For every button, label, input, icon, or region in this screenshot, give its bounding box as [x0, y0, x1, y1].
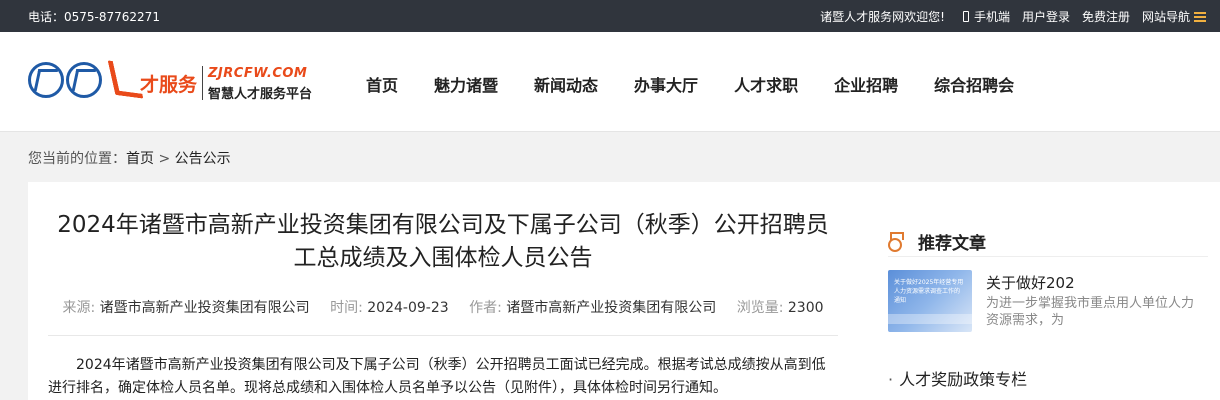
author-value: 诸暨市高新产业投资集团有限公司: [506, 300, 717, 316]
nav-home[interactable]: 首页: [366, 72, 398, 96]
featured-article-title[interactable]: 关于做好202: [986, 272, 1075, 293]
time-value: 2024-09-23: [367, 300, 449, 316]
nav-service-hall[interactable]: 办事大厅: [634, 72, 698, 96]
breadcrumb-home[interactable]: 首页: [126, 151, 154, 167]
breadcrumb-current[interactable]: 公告公示: [175, 151, 231, 167]
article: 2024年诸暨市高新产业投资集团有限公司及下属子公司（秋季）公开招聘员工总成绩及…: [48, 182, 838, 400]
nav-news[interactable]: 新闻动态: [534, 72, 598, 96]
login-link[interactable]: 用户登录: [1022, 8, 1070, 25]
mobile-link[interactable]: 手机端: [962, 8, 1010, 25]
top-bar: 电话：0575-87762271 诸暨人才服务网欢迎您! 手机端 用户登录 免费…: [0, 0, 1220, 32]
time-label: 时间:: [330, 300, 363, 316]
author-label: 作者:: [469, 300, 502, 316]
nav-job-seeking[interactable]: 人才求职: [734, 72, 798, 96]
menu-icon: [1194, 12, 1206, 22]
register-link[interactable]: 免费注册: [1082, 8, 1130, 25]
logo-domain: ZJRCFW.COM: [208, 66, 308, 81]
main-content: 2024年诸暨市高新产业投资集团有限公司及下属子公司（秋季）公开招聘员工总成绩及…: [28, 182, 1220, 400]
list-bullet: ·: [888, 370, 894, 389]
nav-job-fair[interactable]: 综合招聘会: [934, 72, 1014, 96]
article-title: 2024年诸暨市高新产业投资集团有限公司及下属子公司（秋季）公开招聘员工总成绩及…: [57, 212, 829, 271]
article-meta: 来源: 诸暨市高新产业投资集团有限公司 时间: 2024-09-23 作者: 诸…: [48, 297, 838, 317]
main-nav: 首页 魅力诸暨 新闻动态 办事大厅 人才求职 企业招聘 综合招聘会: [366, 72, 1050, 96]
talent-policy-label: 人才奖励政策专栏: [899, 370, 1028, 389]
source-value: 诸暨市高新产业投资集团有限公司: [99, 300, 310, 316]
site-nav-link[interactable]: 网站导航: [1142, 8, 1208, 25]
nav-charm-zhuji[interactable]: 魅力诸暨: [434, 72, 498, 96]
article-body: 2024年诸暨市高新产业投资集团有限公司及下属子公司（秋季）公开招聘员工面试已经…: [48, 357, 826, 396]
logo-slogan: 智慧人才服务平台: [208, 87, 313, 102]
medal-icon: [888, 231, 904, 252]
header: 才服务 ZJRCFW.COM 智慧人才服务平台 首页 魅力诸暨 新闻动态 办事大…: [0, 32, 1220, 132]
mobile-icon: [962, 11, 969, 22]
thumbnail-caption: 关于做好2025年经营专用人力资源需求调查工作的通知: [894, 279, 964, 304]
logo-ren-mark: [106, 60, 136, 100]
logo-text: 才服务: [140, 74, 198, 96]
views-value: 2300: [787, 300, 824, 316]
breadcrumb-separator: >: [158, 151, 171, 167]
logo-mark-zhu: [28, 62, 64, 98]
site-logo[interactable]: 才服务 ZJRCFW.COM 智慧人才服务平台: [28, 60, 328, 106]
sidebar-divider: [888, 256, 1208, 257]
recommended-header: 推荐文章: [888, 229, 986, 254]
breadcrumb-prefix: 您当前的位置：: [28, 151, 126, 167]
logo-divider: [202, 66, 203, 100]
nav-recruitment[interactable]: 企业招聘: [834, 72, 898, 96]
featured-article-desc: 为进一步掌握我市重点用人单位人力资源需求，为: [986, 296, 1195, 328]
talent-policy-link[interactable]: · 人才奖励政策专栏: [888, 366, 1027, 390]
phone-number: 电话：0575-87762271: [28, 10, 160, 24]
top-bar-links: 诸暨人才服务网欢迎您! 手机端 用户登录 免费注册 网站导航: [820, 8, 1220, 25]
welcome-text: 诸暨人才服务网欢迎您!: [820, 10, 945, 24]
meta-divider: [48, 335, 838, 336]
breadcrumb: 您当前的位置：首页 > 公告公示: [28, 148, 231, 168]
featured-thumbnail[interactable]: 关于做好2025年经营专用人力资源需求调查工作的通知: [888, 270, 972, 332]
logo-mark-ji: [66, 62, 102, 98]
source-label: 来源:: [62, 300, 96, 316]
views-label: 浏览量:: [736, 300, 784, 316]
recommended-title: 推荐文章: [918, 234, 986, 254]
